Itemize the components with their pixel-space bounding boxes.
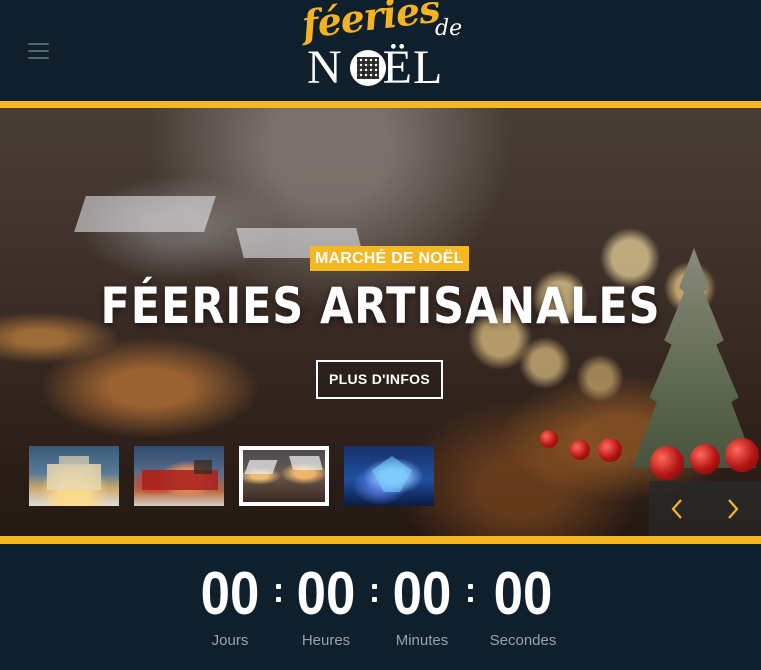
countdown-seconds-label: Secondes — [489, 632, 557, 649]
countdown-seconds-value: 00 — [493, 560, 553, 627]
chevron-right-icon[interactable] — [705, 481, 761, 536]
chevron-left-icon[interactable] — [649, 481, 705, 536]
site-header: féeries de N ËL — [0, 0, 761, 101]
countdown-days-value: 00 — [200, 560, 260, 627]
logo-main-text-left: N — [307, 41, 343, 94]
thumb-christmas-train[interactable] — [134, 446, 224, 506]
countdown-minutes-label: Minutes — [395, 632, 449, 649]
countdown-minutes: 00 Minutes — [372, 560, 472, 650]
hero-bottom-border — [0, 536, 761, 544]
logo-main-text-right: ËL — [382, 41, 444, 94]
hero-top-border — [0, 101, 761, 108]
countdown-hours-value: 00 — [296, 560, 356, 627]
hero-title: FÉERIES ARTISANALES — [100, 277, 661, 335]
hero-badge: MARCHÉ DE NOËL — [310, 246, 469, 271]
slider-nav — [649, 481, 761, 536]
countdown-days: 00 Jours — [180, 560, 280, 650]
hero-content: MARCHÉ DE NOËL FÉERIES ARTISANALES PLUS … — [0, 108, 761, 536]
thumb-christmas-market[interactable] — [239, 446, 329, 506]
logo-de-text: de — [435, 16, 463, 41]
countdown-seconds: 00 Secondes — [473, 560, 573, 650]
countdown-hours: 00 Heures — [276, 560, 376, 650]
more-info-button[interactable]: PLUS D'INFOS — [316, 360, 443, 399]
countdown-minutes-value: 00 — [392, 560, 452, 627]
countdown: 00 Jours 00 Heures 00 Minutes 00 Seconde… — [0, 544, 761, 670]
hamburger-menu-icon[interactable] — [28, 43, 49, 59]
countdown-days-label: Jours — [211, 632, 249, 649]
thumb-dragon-lights[interactable] — [344, 446, 434, 506]
site-logo[interactable]: féeries de N ËL — [299, 0, 471, 94]
logo-script-text: féeries — [299, 0, 442, 47]
qr-code-icon — [350, 50, 386, 86]
thumb-castle-snow[interactable] — [29, 446, 119, 506]
countdown-hours-label: Heures — [301, 632, 351, 649]
